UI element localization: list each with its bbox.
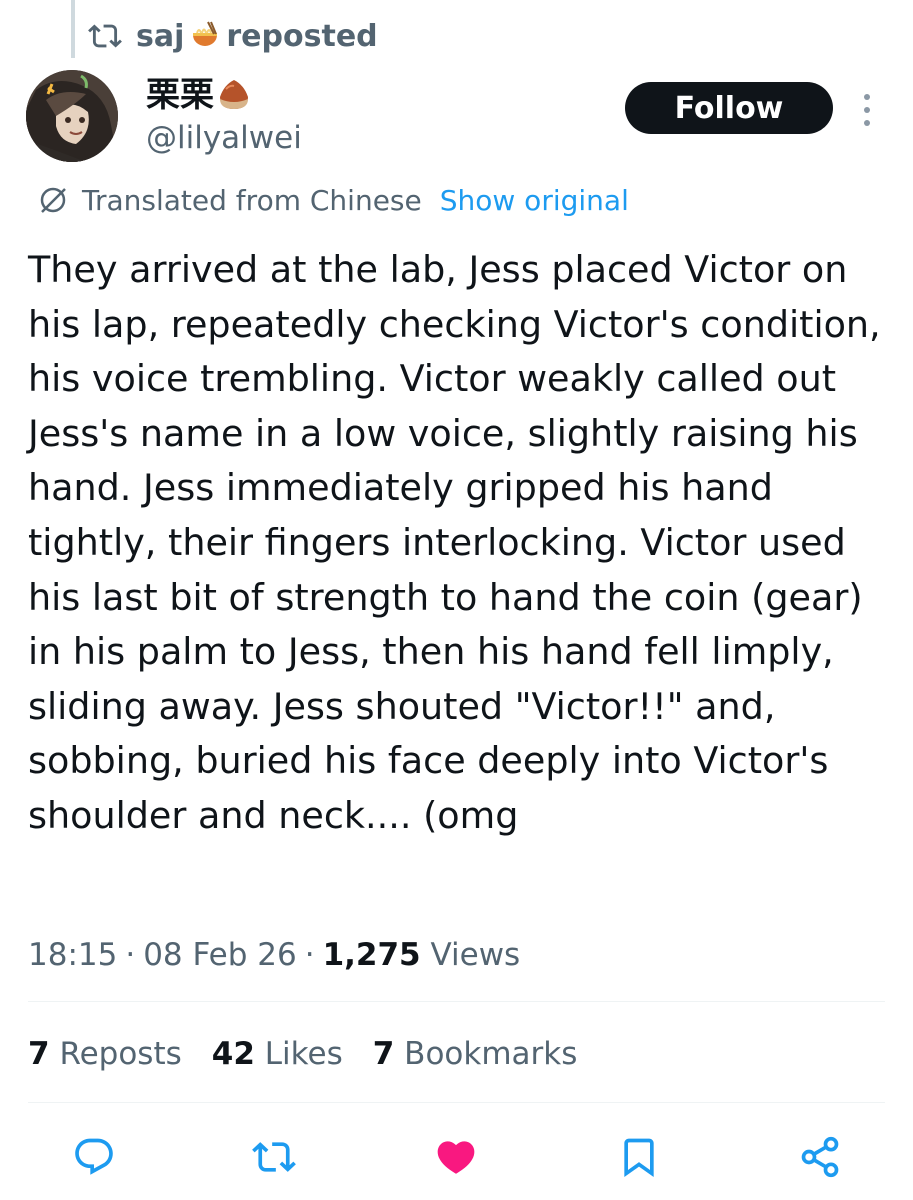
divider [28, 1001, 885, 1002]
reposts-label: Reposts [59, 1036, 182, 1072]
like-icon[interactable] [434, 1135, 478, 1179]
meta-separator: · [125, 937, 136, 973]
tweet-text: They arrived at the lab, Jess placed Vic… [28, 248, 881, 837]
tweet-meta: 18:15 · 08 Feb 26 · 1,275 Views [28, 930, 520, 980]
ramen-bowl-icon [193, 21, 218, 46]
repost-icon [88, 24, 122, 48]
action-bar [0, 1135, 913, 1179]
thread-connector-line [71, 0, 75, 58]
likes-count: 42 [211, 1036, 255, 1072]
reply-icon[interactable] [72, 1135, 116, 1179]
views-label: Views [430, 937, 521, 973]
bookmarks-stat[interactable]: 7 Bookmarks [373, 1036, 578, 1072]
reposts-stat[interactable]: 7 Reposts [28, 1036, 182, 1072]
repost-suffix: reposted [226, 18, 378, 54]
repost-banner[interactable]: saj reposted [88, 14, 378, 58]
chestnut-icon [220, 80, 248, 109]
bookmarks-label: Bookmarks [404, 1036, 578, 1072]
likes-label: Likes [264, 1036, 343, 1072]
follow-button[interactable]: Follow [625, 82, 833, 134]
divider [28, 1102, 885, 1103]
engagement-stats: 7 Reposts 42 Likes 7 Bookmarks [28, 1030, 607, 1078]
more-options-icon[interactable] [857, 92, 877, 128]
avatar[interactable] [26, 70, 118, 162]
tweet-time[interactable]: 18:15 [28, 937, 117, 973]
translation-bar: Translated from Chinese Show original [36, 180, 629, 220]
author-handle[interactable]: @lilyalwei [146, 116, 302, 160]
likes-stat[interactable]: 42 Likes [212, 1036, 343, 1072]
author-info[interactable]: 栗栗 @lilyalwei [146, 74, 302, 160]
reposts-count: 7 [28, 1036, 50, 1072]
author-display-name[interactable]: 栗栗 [146, 74, 302, 116]
tweet-date[interactable]: 08 Feb 26 [143, 937, 297, 973]
show-original-link[interactable]: Show original [440, 184, 629, 217]
meta-separator: · [304, 937, 315, 973]
avatar-image [26, 70, 118, 162]
translate-icon [40, 187, 66, 213]
views-count: 1,275 [322, 937, 421, 973]
display-name-text: 栗栗 [146, 75, 214, 115]
translation-note: Translated from Chinese [82, 183, 422, 217]
repost-icon[interactable] [252, 1135, 296, 1179]
reposter-name[interactable]: saj [136, 19, 184, 54]
share-icon[interactable] [798, 1135, 842, 1179]
bookmarks-count: 7 [372, 1036, 395, 1072]
bookmark-icon[interactable] [617, 1135, 661, 1179]
